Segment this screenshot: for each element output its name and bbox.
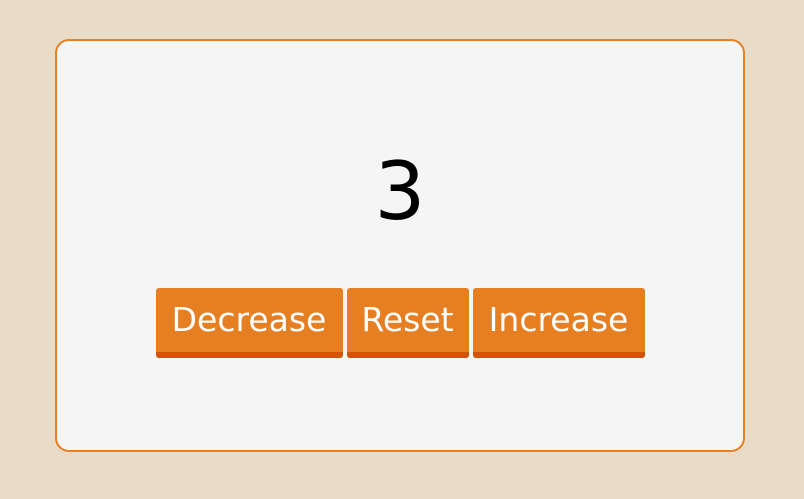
reset-button[interactable]: Reset: [346, 288, 469, 358]
counter-controls: Decrease Reset Increase: [57, 288, 743, 358]
increase-button[interactable]: Increase: [472, 288, 645, 358]
counter-card: 3 Decrease Reset Increase: [55, 39, 745, 452]
decrease-button[interactable]: Decrease: [155, 288, 343, 358]
counter-value: 3: [374, 145, 426, 238]
